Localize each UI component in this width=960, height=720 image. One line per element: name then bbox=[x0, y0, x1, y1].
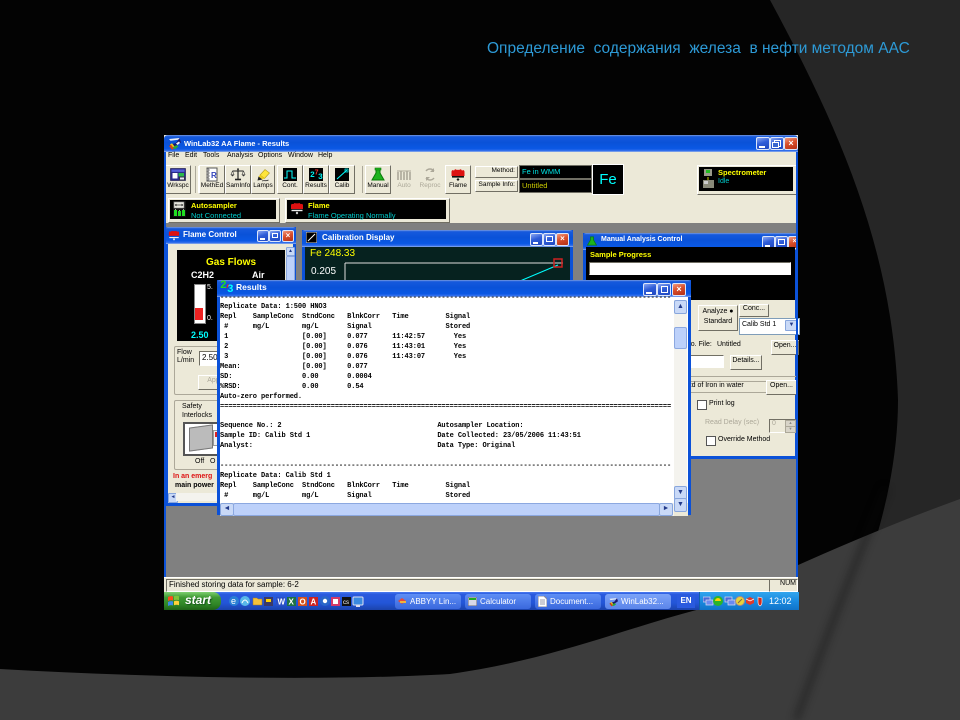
svg-text:W: W bbox=[278, 598, 286, 607]
svg-text:O: O bbox=[300, 598, 306, 607]
svg-text:X: X bbox=[289, 598, 295, 607]
svg-text:e: e bbox=[231, 596, 236, 606]
svg-text:A: A bbox=[311, 598, 317, 607]
svg-text:cs: cs bbox=[343, 600, 349, 606]
svg-text:R: R bbox=[211, 171, 217, 180]
svg-text:3: 3 bbox=[318, 173, 323, 182]
